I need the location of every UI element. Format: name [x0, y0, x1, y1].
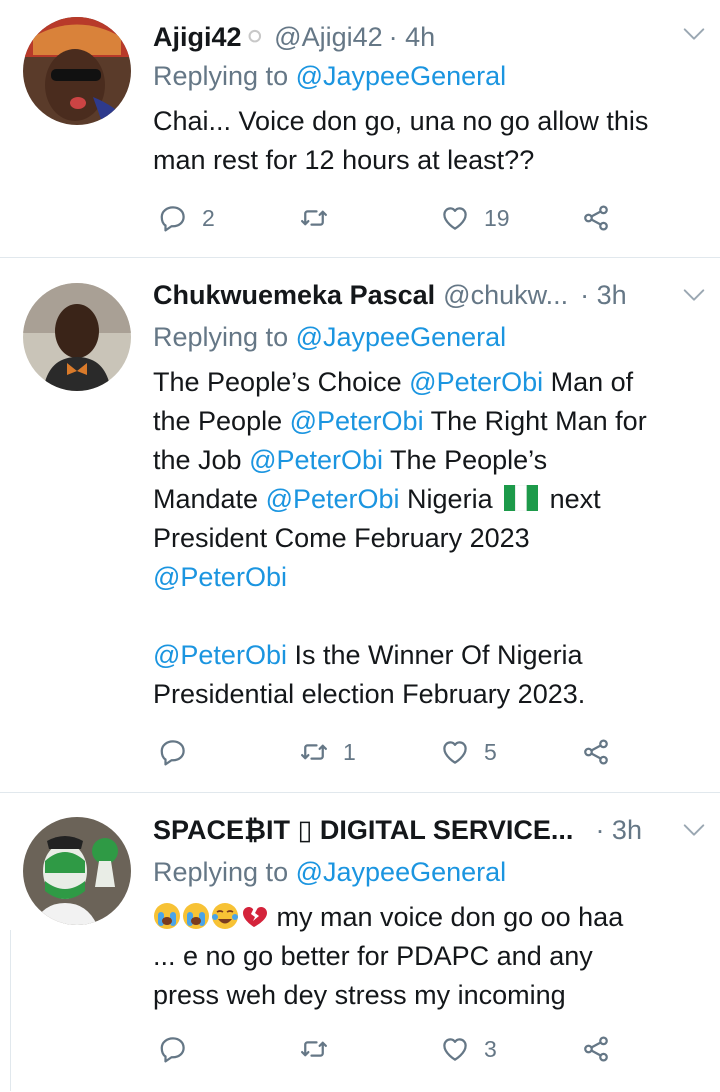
tweet-text-line: the Job @PeterObi The People’s [153, 445, 548, 475]
tweet-text-line: President Come February 2023 [153, 523, 530, 553]
loudly-crying-face-icon [154, 903, 180, 929]
like-count: 5 [484, 738, 497, 765]
like-button[interactable]: 19 [440, 198, 510, 238]
display-name[interactable]: Chukwuemeka Pascal [153, 280, 435, 311]
timestamp[interactable]: · 3h [595, 815, 642, 846]
timestamp[interactable]: · 3h [580, 280, 627, 311]
mention-link[interactable]: @PeterObi [266, 484, 400, 514]
display-name[interactable]: SPACE₿IT ▯ DIGITAL SERVICE... [153, 815, 573, 846]
retweet-button[interactable] [299, 1029, 343, 1069]
tweet[interactable]: SPACE₿IT ▯ DIGITAL SERVICE... · 3h Reply… [0, 793, 720, 1092]
tweet-text-line: ... e no go better for PDAPC and any [153, 941, 593, 971]
tweet-header: Chukwuemeka Pascal @chukw... · 3h [153, 275, 700, 315]
retweet-icon [299, 1034, 329, 1064]
replying-to: Replying to @JaypeeGeneral [153, 857, 506, 888]
username[interactable]: @chukw... [443, 280, 568, 311]
like-icon [440, 737, 470, 767]
like-icon [440, 1034, 470, 1064]
tweet-actions: 2 19 [153, 198, 700, 238]
tweet-text-line: press weh dey stress my incoming [153, 980, 566, 1010]
tweet-text-blank-line [153, 597, 700, 636]
share-button[interactable] [581, 1029, 611, 1069]
retweet-icon [299, 203, 329, 233]
mention-link[interactable]: @PeterObi [153, 640, 287, 670]
reply-icon [158, 737, 188, 767]
replying-mention[interactable]: @JaypeeGeneral [296, 857, 507, 887]
tweet-actions: 1 5 [153, 732, 700, 772]
chevron-down-icon[interactable] [680, 281, 708, 309]
like-icon [440, 203, 470, 233]
mention-link[interactable]: @PeterObi [153, 562, 287, 592]
tweet-actions: 3 [153, 1029, 700, 1069]
tweet-text: The People’s Choice @PeterObi Man of the… [153, 363, 700, 714]
chevron-down-icon[interactable] [680, 20, 708, 48]
tweet[interactable]: Ajigi42 ⚪ @Ajigi42 · 4h Replying to @Jay… [0, 0, 720, 258]
reply-button[interactable] [158, 732, 202, 772]
replying-label: Replying to [153, 61, 289, 91]
tweet-text-line: @PeterObi [153, 558, 700, 597]
like-count: 19 [484, 204, 510, 231]
share-icon [581, 203, 611, 233]
replying-mention[interactable]: @JaypeeGeneral [296, 61, 507, 91]
share-button[interactable] [581, 198, 611, 238]
username[interactable]: @Ajigi42 [274, 22, 382, 53]
like-button[interactable]: 5 [440, 732, 497, 772]
replying-mention[interactable]: @JaypeeGeneral [296, 322, 507, 352]
replying-to: Replying to @JaypeeGeneral [153, 61, 506, 92]
loudly-crying-face-icon [183, 903, 209, 929]
tweet-text-line: the People @PeterObi The Right Man for [153, 406, 647, 436]
timestamp[interactable]: · 4h [389, 22, 436, 53]
tweet-text: Chai... Voice don go, una no go allow th… [153, 102, 700, 180]
replying-label: Replying to [153, 857, 289, 887]
mention-link[interactable]: @PeterObi [409, 367, 543, 397]
tweet-header: Ajigi42 ⚪ @Ajigi42 · 4h [153, 17, 700, 57]
avatar[interactable] [23, 17, 131, 125]
chevron-down-icon[interactable] [680, 816, 708, 844]
nigeria-flag-icon [504, 485, 539, 511]
tweet-text-line: Mandate @PeterObi Nigeria next [153, 484, 601, 514]
retweet-button[interactable] [299, 198, 343, 238]
side-panel-edge [0, 930, 11, 1091]
tweet-text-line: Presidential election February 2023. [153, 679, 586, 709]
tweet[interactable]: Chukwuemeka Pascal @chukw... · 3h Replyi… [0, 258, 720, 793]
tweet-text-line: @PeterObi Is the Winner Of Nigeria [153, 640, 583, 670]
tweet-text-line: Chai... Voice don go, una no go allow th… [153, 106, 649, 136]
mention-link[interactable]: @PeterObi [249, 445, 383, 475]
retweet-count: 1 [343, 738, 356, 765]
display-name[interactable]: Ajigi42 [153, 22, 242, 53]
tweet-text-line: my man voice don go oo haa [153, 898, 700, 937]
tweet-text: my man voice don go oo haa ... e no go b… [153, 898, 700, 1015]
broken-heart-icon [243, 907, 267, 927]
retweet-icon [299, 737, 329, 767]
avatar[interactable] [23, 283, 131, 391]
tears-of-joy-face-icon [212, 903, 238, 929]
reply-icon [158, 203, 188, 233]
reply-count: 2 [202, 204, 215, 231]
like-button[interactable]: 3 [440, 1029, 497, 1069]
reply-button[interactable]: 2 [158, 198, 215, 238]
like-count: 3 [484, 1035, 497, 1062]
replying-to: Replying to @JaypeeGeneral [153, 322, 506, 353]
replying-label: Replying to [153, 322, 289, 352]
share-icon [581, 737, 611, 767]
tweet-text-line: The People’s Choice @PeterObi Man of [153, 367, 634, 397]
tweet-text-line: man rest for 12 hours at least?? [153, 145, 535, 175]
reply-button[interactable] [158, 1029, 202, 1069]
share-button[interactable] [581, 732, 611, 772]
retweet-button[interactable]: 1 [299, 732, 356, 772]
share-icon [581, 1034, 611, 1064]
mention-link[interactable]: @PeterObi [290, 406, 424, 436]
name-suffix: ⚪ [243, 21, 267, 52]
reply-icon [158, 1034, 188, 1064]
tweet-header: SPACE₿IT ▯ DIGITAL SERVICE... · 3h [153, 810, 700, 850]
avatar[interactable] [23, 817, 131, 925]
